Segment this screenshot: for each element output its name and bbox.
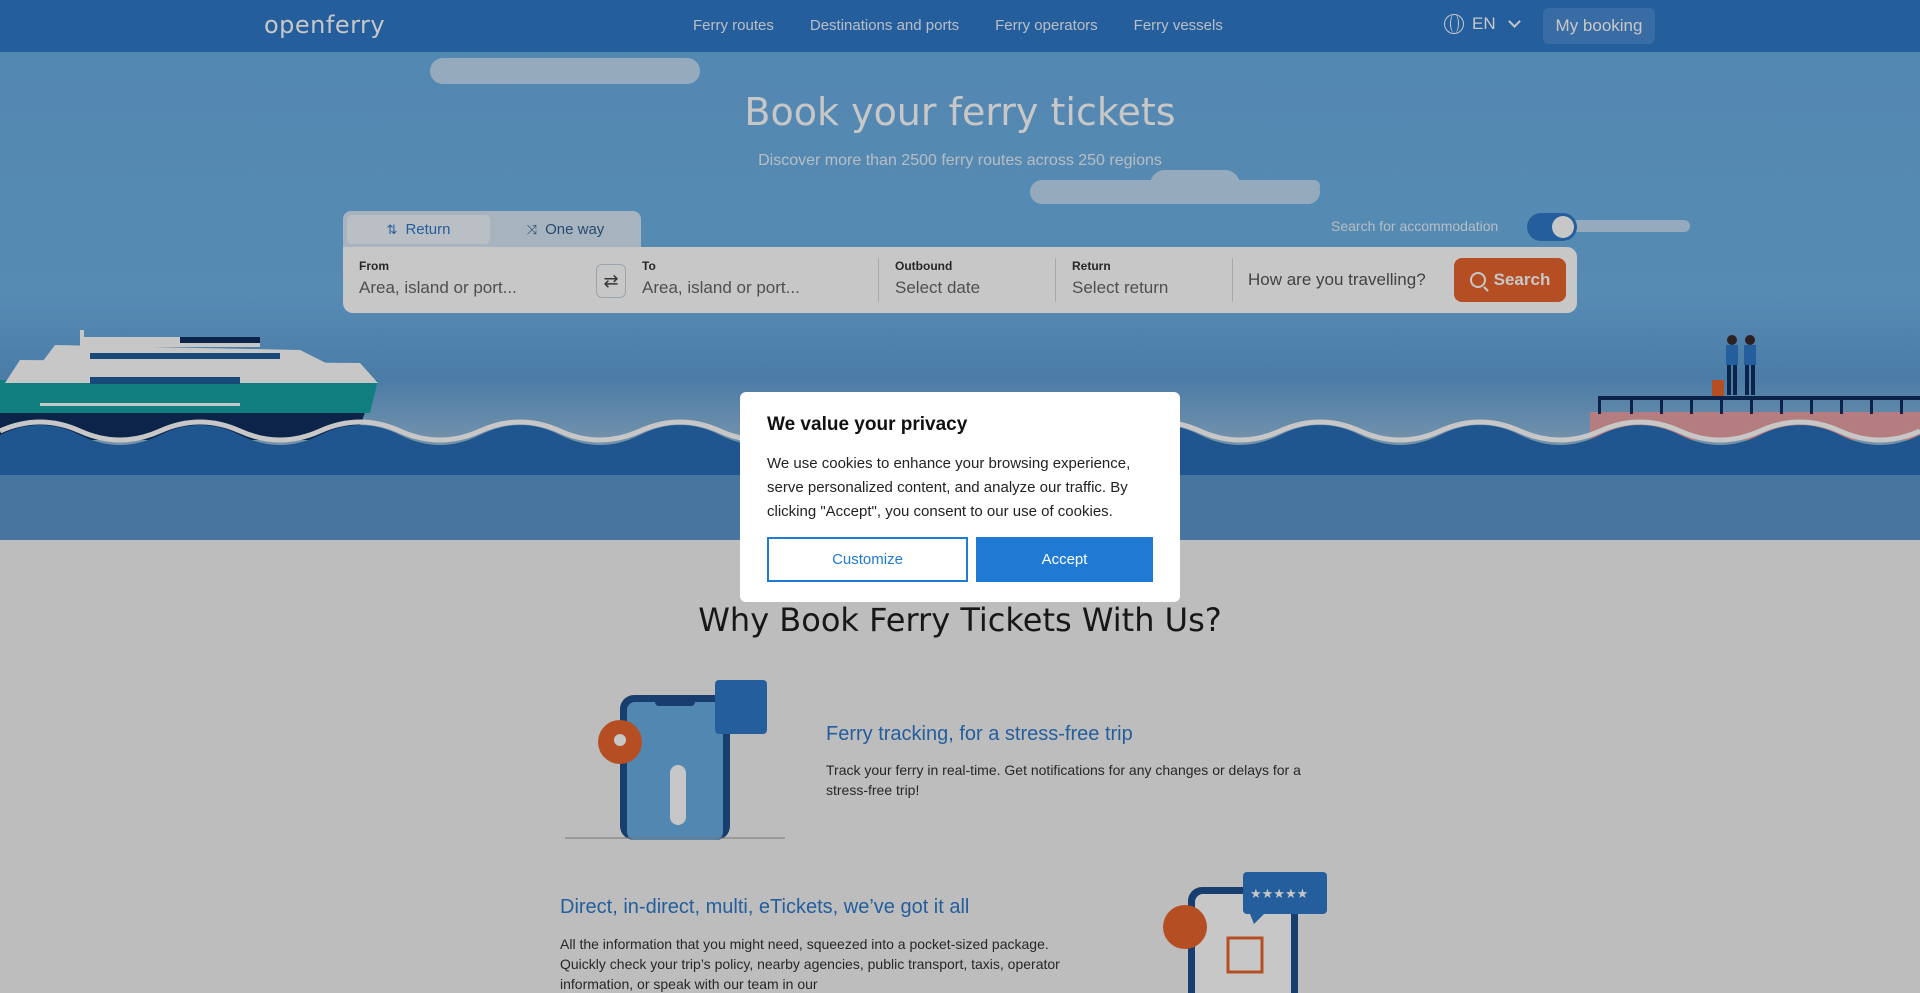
- cookie-dialog-text: We use cookies to enhance your browsing …: [767, 455, 1131, 520]
- customize-button[interactable]: Customize: [767, 537, 968, 582]
- page: openferry Ferry routes Destinations and …: [0, 0, 1920, 993]
- accept-button[interactable]: Accept: [976, 537, 1153, 582]
- cookie-dialog-title: We value your privacy: [767, 414, 968, 435]
- cookie-dialog-actions: Customize Accept: [767, 537, 1153, 582]
- cookie-consent-dialog: We value your privacy We use cookies to …: [740, 392, 1180, 602]
